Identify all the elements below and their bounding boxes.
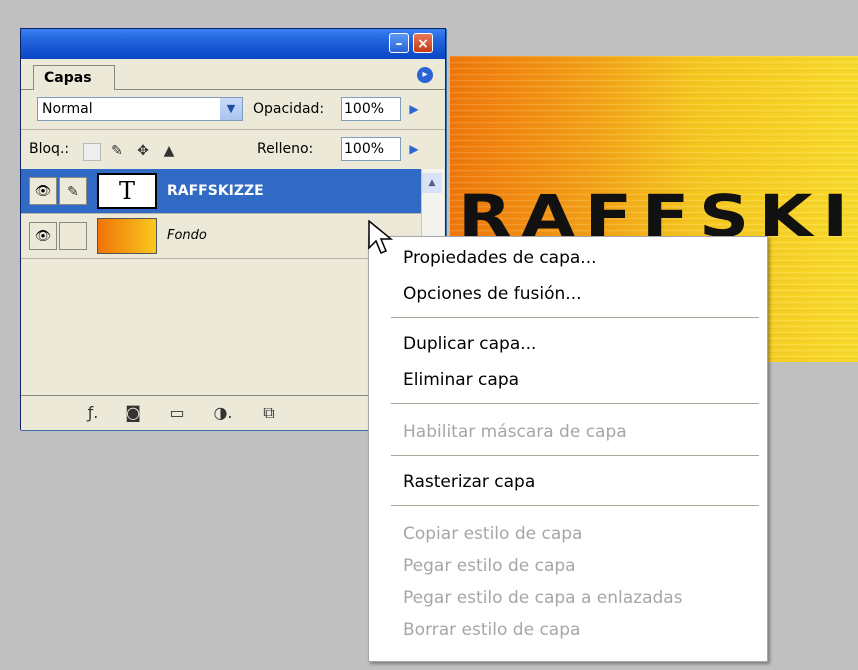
opacity-input[interactable]: 100% [341, 97, 401, 121]
tab-layers[interactable]: Capas [33, 65, 115, 90]
layer-name: RAFFSKIZZE [167, 183, 264, 199]
palette-titlebar[interactable]: – × [21, 29, 445, 59]
brush-icon[interactable]: ✎ [59, 177, 87, 205]
adjustment-layer-icon[interactable]: ◑. [211, 402, 235, 424]
layer-name: Fondo [167, 228, 207, 243]
background-layer-thumbnail [97, 218, 157, 254]
lock-move-icon[interactable]: ✥ [135, 143, 151, 159]
mouse-pointer-icon [368, 220, 394, 254]
menu-item-copy-layer-style: Copiar estilo de capa [403, 524, 583, 544]
menu-item-clear-layer-style: Borrar estilo de capa [403, 620, 581, 640]
menu-separator [391, 505, 759, 506]
scroll-up-icon[interactable]: ▲ [422, 173, 442, 193]
fill-input[interactable]: 100% [341, 137, 401, 161]
close-icon[interactable]: × [413, 33, 433, 53]
new-group-icon[interactable]: ▭ [165, 402, 189, 424]
lock-paint-icon[interactable]: ✎ [109, 143, 125, 159]
eye-icon[interactable]: 👁 [29, 177, 57, 205]
menu-item-duplicate-layer[interactable]: Duplicar capa... [403, 331, 536, 357]
lock-label: Bloq.: [29, 141, 70, 157]
opacity-flyout-icon[interactable]: ▶ [403, 97, 425, 121]
layer-row-background[interactable]: 👁 Fondo [21, 213, 421, 259]
fill-label: Relleno: [257, 141, 314, 157]
palette-tabstrip: Capas ▸ [21, 59, 445, 90]
new-layer-icon[interactable]: ⧉ [257, 402, 281, 424]
palette-menu-icon[interactable]: ▸ [417, 67, 433, 83]
menu-item-rasterize-layer[interactable]: Rasterizar capa [403, 469, 535, 495]
chevron-down-icon[interactable]: ▼ [220, 98, 242, 120]
menu-separator [391, 403, 759, 404]
lock-all-icon[interactable]: ▲ [161, 143, 177, 159]
menu-item-delete-layer[interactable]: Eliminar capa [403, 367, 519, 393]
menu-separator [391, 317, 759, 318]
menu-separator [391, 455, 759, 456]
add-mask-icon[interactable]: ◙ [121, 402, 145, 424]
blend-mode-value: Normal [42, 101, 93, 117]
menu-item-layer-properties[interactable]: Propiedades de capa... [403, 245, 597, 271]
menu-item-paste-layer-style-linked: Pegar estilo de capa a enlazadas [403, 588, 683, 608]
eye-icon[interactable]: 👁 [29, 222, 57, 250]
lock-row: Bloq.: ✎ ✥ ▲ Relleno: 100% ▶ [21, 131, 445, 170]
layer-row-text[interactable]: 👁 ✎ T RAFFSKIZZE [21, 169, 421, 213]
blend-row: Normal ▼ Opacidad: 100% ▶ [21, 91, 445, 130]
opacity-label: Opacidad: [253, 101, 325, 117]
layer-style-icon[interactable]: ƒ. [81, 402, 105, 424]
lock-transparency-icon[interactable] [83, 143, 101, 161]
blend-mode-select[interactable]: Normal ▼ [37, 97, 243, 121]
brush-slot[interactable] [59, 222, 87, 250]
minimize-icon[interactable]: – [389, 33, 409, 53]
menu-item-paste-layer-style: Pegar estilo de capa [403, 556, 576, 576]
menu-item-blending-options[interactable]: Opciones de fusión... [403, 281, 582, 307]
menu-item-enable-layer-mask: Habilitar máscara de capa [403, 422, 627, 442]
text-layer-thumbnail: T [97, 173, 157, 209]
fill-flyout-icon[interactable]: ▶ [403, 137, 425, 161]
layer-context-menu: Propiedades de capa... Opciones de fusió… [368, 236, 768, 662]
